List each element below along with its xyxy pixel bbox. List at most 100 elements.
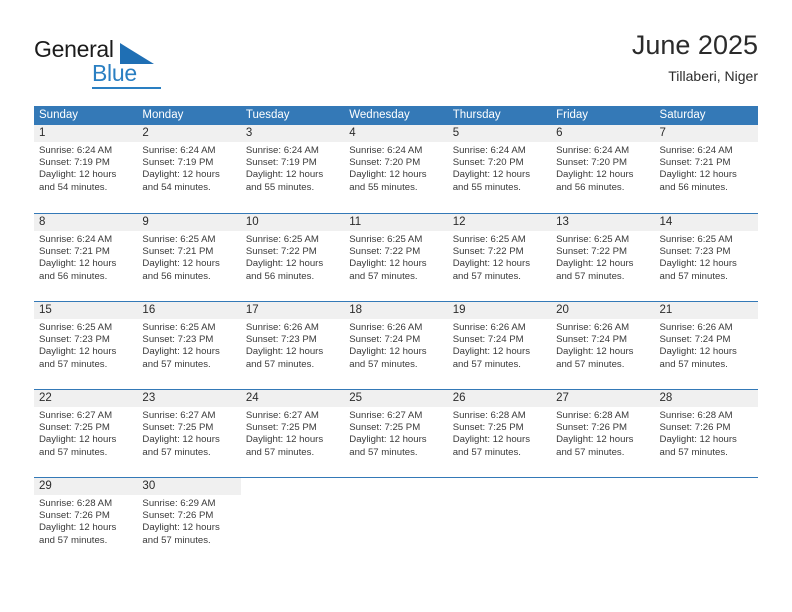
calendar-day-cell[interactable]: 28 Sunrise: 6:28 AM Sunset: 7:26 PM Dayligh… <box>654 390 758 477</box>
day-number-band: 17 <box>240 302 345 319</box>
day-number-band: 6 <box>551 125 655 142</box>
daylight-text-line2: and 57 minutes. <box>39 534 108 546</box>
day-number: 18 <box>349 304 363 316</box>
sunset-text: Sunset: 7:20 PM <box>349 157 421 169</box>
calendar-day-cell[interactable]: 3 Sunrise: 6:24 AM Sunset: 7:19 PM Daylight… <box>240 125 345 213</box>
day-number-band: 20 <box>551 302 655 319</box>
day-number: 11 <box>349 216 362 228</box>
daylight-text-line2: and 57 minutes. <box>142 534 211 546</box>
day-number: 27 <box>556 392 569 404</box>
calendar-day-cell[interactable]: 4 Sunrise: 6:24 AM Sunset: 7:20 PM Daylight… <box>344 125 448 213</box>
daylight-text-line1: Daylight: 12 hours <box>245 434 324 446</box>
sunrise-text: Sunrise: 6:26 AM <box>556 322 630 333</box>
weekday-header-row: Sunday Monday Tuesday Wednesday Thursday… <box>34 106 758 125</box>
calendar-day-cell[interactable]: 1 Sunrise: 6:24 AM Sunset: 7:19 PM Daylight… <box>34 125 138 213</box>
calendar-day-cell[interactable]: 2 Sunrise: 6:24 AM Sunset: 7:19 PM Daylight… <box>137 125 241 213</box>
calendar-day-cell[interactable]: 21 Sunrise: 6:26 AM Sunset: 7:24 PM Dayligh… <box>654 302 758 389</box>
daylight-text-line1: Daylight: 12 hours <box>142 346 220 358</box>
daylight-text-line1: Daylight: 12 hours <box>659 258 737 270</box>
daylight-text-line2: and 56 minutes. <box>39 270 108 282</box>
day-number-band: 19 <box>447 302 552 319</box>
sunrise-text: Sunrise: 6:24 AM <box>245 145 319 156</box>
sunset-text: Sunset: 7:25 PM <box>245 422 317 434</box>
sunrise-text: Sunrise: 6:24 AM <box>556 145 630 156</box>
page-title: June 2025 <box>631 30 758 60</box>
day-sun-info: Sunrise: 6:25 AM Sunset: 7:23 PM Daylight:… <box>137 319 240 371</box>
day-number-band: 10 <box>240 214 345 231</box>
calendar-day-cell[interactable]: 19 Sunrise: 6:26 AM Sunset: 7:24 PM Dayligh… <box>447 302 552 389</box>
day-sun-info: Sunrise: 6:26 AM Sunset: 7:24 PM Daylight:… <box>551 319 654 371</box>
day-number: 19 <box>452 304 466 316</box>
calendar-day-cell[interactable]: 23 Sunrise: 6:27 AM Sunset: 7:25 PM Dayligh… <box>137 390 241 477</box>
day-number: 6 <box>556 127 563 139</box>
weekday-header-monday: Monday <box>142 109 184 121</box>
sunrise-text: Sunrise: 6:27 AM <box>39 410 113 421</box>
calendar-day-cell[interactable]: 13 Sunrise: 6:25 AM Sunset: 7:22 PM Dayligh… <box>551 214 655 301</box>
daylight-text-line1: Daylight: 12 hours <box>556 169 634 181</box>
daylight-text-line2: and 57 minutes. <box>556 270 625 282</box>
calendar-day-cell[interactable]: 5 Sunrise: 6:24 AM Sunset: 7:20 PM Daylight… <box>447 125 552 213</box>
calendar-day-cell[interactable]: 6 Sunrise: 6:24 AM Sunset: 7:20 PM Daylight… <box>551 125 655 213</box>
daylight-text-line2: and 57 minutes. <box>245 446 315 458</box>
calendar-day-cell[interactable]: 18 Sunrise: 6:26 AM Sunset: 7:24 PM Dayligh… <box>344 302 448 389</box>
sunset-text: Sunset: 7:19 PM <box>39 157 110 169</box>
calendar-day-cell-empty <box>344 478 447 565</box>
calendar-day-cell[interactable]: 29 Sunrise: 6:28 AM Sunset: 7:26 PM Dayligh… <box>34 478 138 565</box>
calendar-day-cell[interactable]: 11 Sunrise: 6:25 AM Sunset: 7:22 PM Dayligh… <box>344 214 448 301</box>
calendar-day-cell[interactable]: 15 Sunrise: 6:25 AM Sunset: 7:23 PM Dayligh… <box>34 302 138 389</box>
daylight-text-line1: Daylight: 12 hours <box>452 346 531 358</box>
day-number-band: 5 <box>447 125 552 142</box>
calendar-day-cell[interactable]: 26 Sunrise: 6:28 AM Sunset: 7:25 PM Dayligh… <box>447 390 552 477</box>
calendar-day-cell[interactable]: 16 Sunrise: 6:25 AM Sunset: 7:23 PM Dayligh… <box>137 302 241 389</box>
calendar-day-cell[interactable]: 17 Sunrise: 6:26 AM Sunset: 7:23 PM Dayligh… <box>240 302 345 389</box>
logo-text-blue: Blue <box>92 60 137 86</box>
logo-text-general: General <box>34 36 114 62</box>
sunset-text: Sunset: 7:25 PM <box>142 422 214 434</box>
day-number-band: 24 <box>240 390 345 407</box>
day-sun-info: Sunrise: 6:24 AM Sunset: 7:20 PM Daylight:… <box>344 142 447 194</box>
calendar-day-cell[interactable]: 22 Sunrise: 6:27 AM Sunset: 7:25 PM Dayligh… <box>34 390 138 477</box>
calendar-day-cell[interactable]: 24 Sunrise: 6:27 AM Sunset: 7:25 PM Dayligh… <box>240 390 345 477</box>
sunrise-text: Sunrise: 6:24 AM <box>659 145 733 156</box>
daylight-text-line1: Daylight: 12 hours <box>142 522 220 534</box>
daylight-text-line2: and 57 minutes. <box>39 446 108 458</box>
calendar-day-cell[interactable]: 20 Sunrise: 6:26 AM Sunset: 7:24 PM Dayligh… <box>551 302 655 389</box>
day-number-band: 9 <box>137 214 241 231</box>
calendar-day-cell[interactable]: 25 Sunrise: 6:27 AM Sunset: 7:25 PM Dayligh… <box>344 390 448 477</box>
daylight-text-line1: Daylight: 12 hours <box>659 346 737 358</box>
daylight-text-line1: Daylight: 12 hours <box>39 346 117 358</box>
calendar-day-cell[interactable]: 10 Sunrise: 6:25 AM Sunset: 7:22 PM Dayligh… <box>240 214 345 301</box>
calendar-day-cell[interactable]: 14 Sunrise: 6:25 AM Sunset: 7:23 PM Dayligh… <box>654 214 758 301</box>
sunrise-text: Sunrise: 6:26 AM <box>452 322 526 333</box>
day-sun-info: Sunrise: 6:25 AM Sunset: 7:23 PM Daylight:… <box>34 319 137 371</box>
daylight-text-line2: and 57 minutes. <box>452 446 521 458</box>
weekday-header-friday: Friday <box>556 109 589 121</box>
day-number-band: 13 <box>551 214 655 231</box>
daylight-text-line1: Daylight: 12 hours <box>556 258 634 270</box>
day-sun-info: Sunrise: 6:25 AM Sunset: 7:21 PM Daylight:… <box>137 231 240 283</box>
day-number: 1 <box>39 127 46 139</box>
sunrise-text: Sunrise: 6:28 AM <box>39 498 113 509</box>
calendar-day-cell[interactable]: 8 Sunrise: 6:24 AM Sunset: 7:21 PM Daylight… <box>34 214 138 301</box>
calendar-day-cell[interactable]: 7 Sunrise: 6:24 AM Sunset: 7:21 PM Daylight… <box>654 125 758 213</box>
calendar-day-cell[interactable]: 30 Sunrise: 6:29 AM Sunset: 7:26 PM Dayligh… <box>137 478 241 565</box>
daylight-text-line1: Daylight: 12 hours <box>452 258 531 270</box>
title-block: June 2025 Tillaberi, Niger <box>632 28 758 86</box>
daylight-text-line2: and 56 minutes. <box>659 181 728 193</box>
daylight-text-line1: Daylight: 12 hours <box>142 434 220 446</box>
day-sun-info: Sunrise: 6:24 AM Sunset: 7:19 PM Daylight:… <box>34 142 137 194</box>
day-number: 17 <box>245 304 259 316</box>
weekday-header-thursday: Thursday <box>452 109 501 121</box>
calendar-day-cell[interactable]: 9 Sunrise: 6:25 AM Sunset: 7:21 PM Daylight… <box>137 214 241 301</box>
sunrise-text: Sunrise: 6:24 AM <box>349 145 423 156</box>
calendar-day-cell[interactable]: 12 Sunrise: 6:25 AM Sunset: 7:22 PM Dayligh… <box>447 214 552 301</box>
daylight-text-line2: and 57 minutes. <box>142 446 211 458</box>
day-number-band: 26 <box>447 390 552 407</box>
day-number: 23 <box>142 392 156 404</box>
daylight-text-line2: and 57 minutes. <box>556 446 625 458</box>
calendar-day-cell[interactable]: 27 Sunrise: 6:28 AM Sunset: 7:26 PM Dayligh… <box>551 390 655 477</box>
sunrise-text: Sunrise: 6:29 AM <box>142 498 216 509</box>
general-blue-logo[interactable]: General Blue <box>34 36 254 92</box>
day-number-band: 29 <box>34 478 138 495</box>
calendar-week-row: 15 Sunrise: 6:25 AM Sunset: 7:23 PM Dayligh… <box>34 301 758 389</box>
